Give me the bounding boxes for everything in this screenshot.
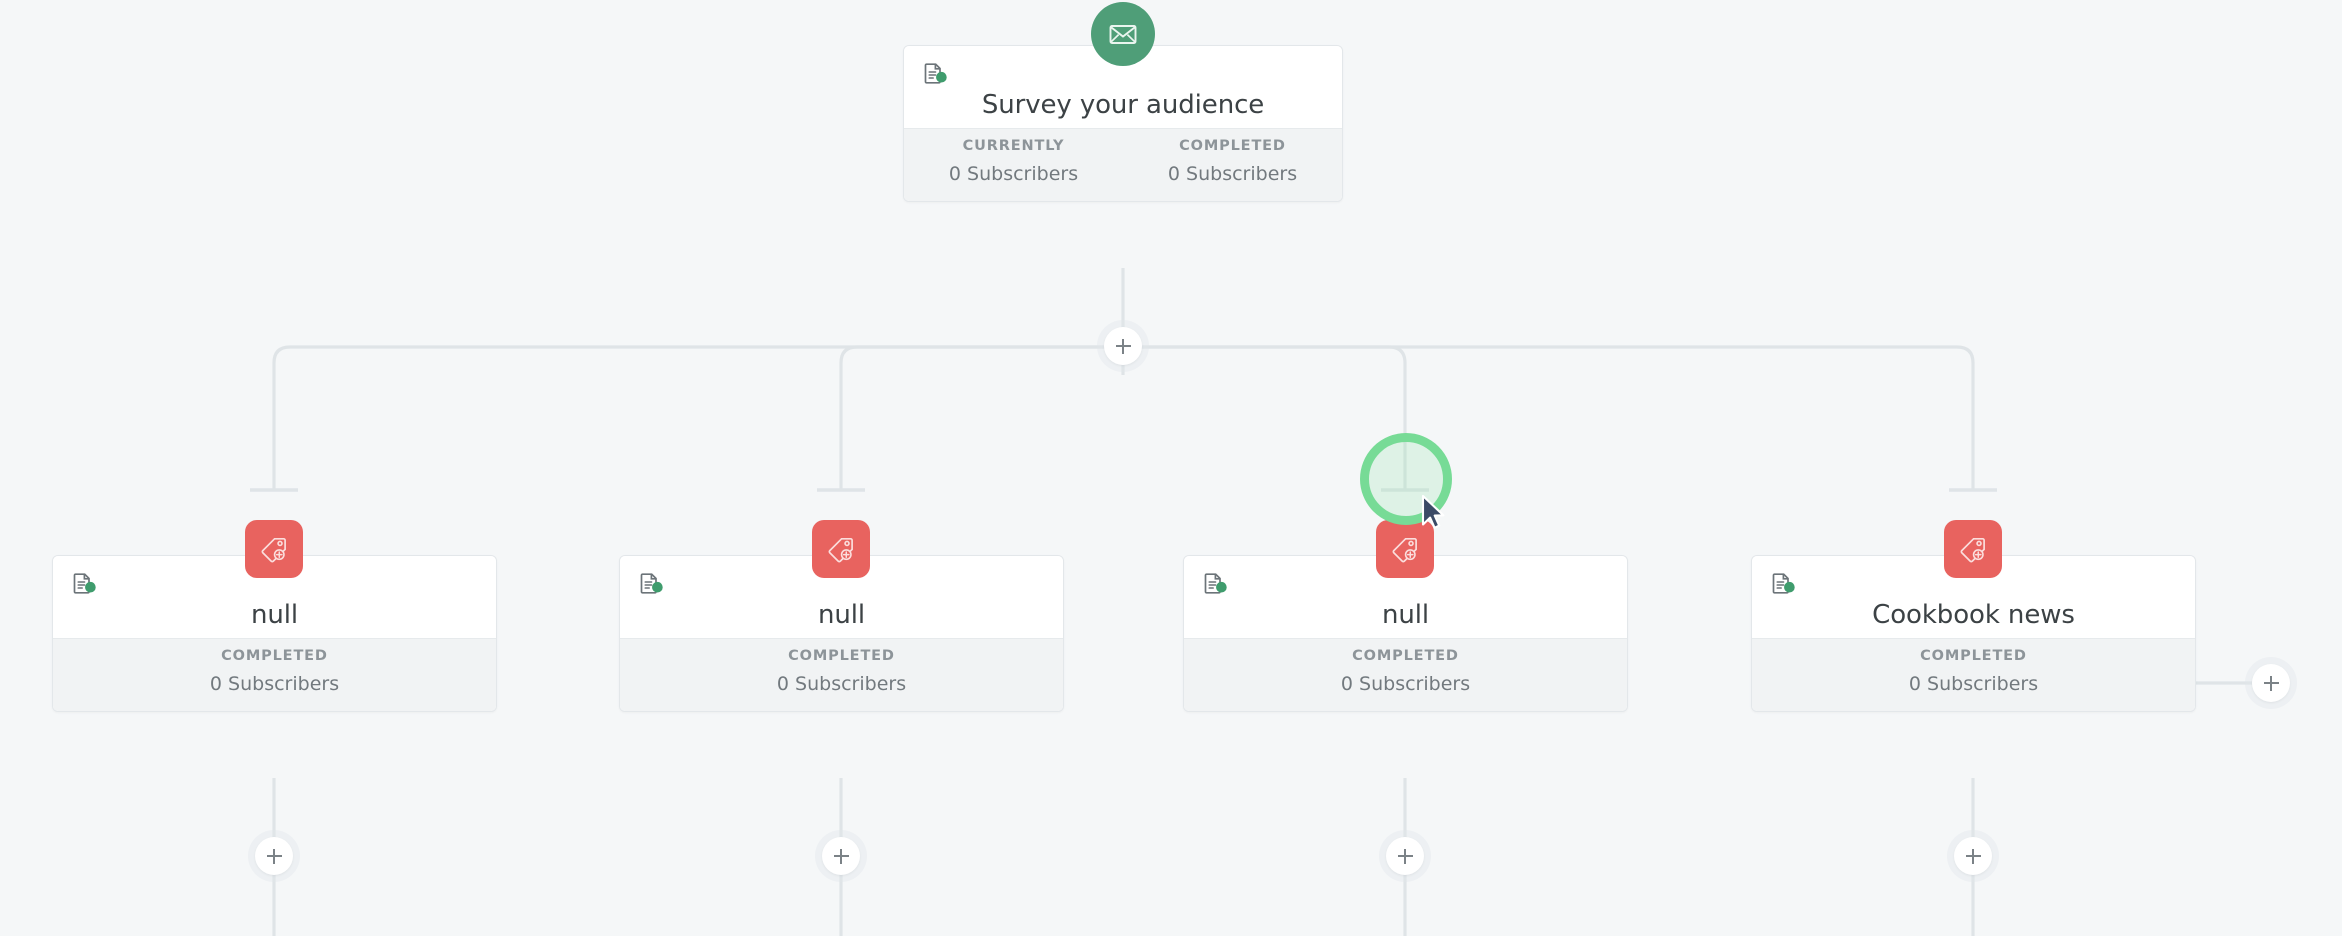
tag-plus-icon[interactable] — [812, 520, 870, 578]
document-active-icon — [639, 572, 665, 598]
node-stats: COMPLETED 0 Subscribers — [53, 638, 496, 711]
node-title: null — [817, 600, 865, 630]
stat-currently: CURRENTLY 0 Subscribers — [904, 129, 1123, 201]
flow-node-child-2[interactable]: null COMPLETED 0 Subscribers — [619, 555, 1064, 712]
stat-completed: COMPLETED 0 Subscribers — [1123, 129, 1342, 201]
add-step-child-4-button[interactable] — [1954, 837, 1992, 875]
tag-plus-glyph — [1392, 537, 1417, 563]
stat-label: COMPLETED — [1179, 138, 1286, 154]
flow-node-survey-your-audience[interactable]: Survey your audience CURRENTLY 0 Subscri… — [903, 45, 1343, 202]
node-stats: COMPLETED 0 Subscribers — [620, 638, 1063, 711]
stat-value: 0 Subscribers — [1908, 673, 2039, 695]
stat-label: COMPLETED — [788, 648, 895, 664]
add-step-child-1-button[interactable] — [255, 837, 293, 875]
tag-plus-glyph — [261, 537, 286, 563]
stat-completed: COMPLETED 0 Subscribers — [1184, 639, 1627, 711]
tag-plus-glyph — [828, 537, 853, 563]
node-stats: CURRENTLY 0 Subscribers COMPLETED 0 Subs… — [904, 128, 1342, 201]
stat-label: COMPLETED — [1352, 648, 1459, 664]
tag-plus-glyph — [1960, 537, 1985, 563]
stat-completed: COMPLETED 0 Subscribers — [53, 639, 496, 711]
tag-plus-icon[interactable] — [245, 520, 303, 578]
document-active-icon — [72, 572, 98, 598]
stat-value: 0 Subscribers — [776, 673, 907, 695]
add-branch-right-button[interactable] — [2252, 664, 2290, 702]
document-active-icon — [1771, 572, 1797, 598]
stat-label: COMPLETED — [1920, 648, 2027, 664]
add-step-child-3-button[interactable] — [1386, 837, 1424, 875]
stat-value: 0 Subscribers — [1340, 673, 1471, 695]
flow-node-cookbook-news[interactable]: Cookbook news COMPLETED 0 Subscribers — [1751, 555, 2196, 712]
stat-label: CURRENTLY — [962, 138, 1065, 154]
node-title: null — [1381, 600, 1429, 630]
stat-label: COMPLETED — [221, 648, 328, 664]
automation-flow-canvas[interactable]: Survey your audience CURRENTLY 0 Subscri… — [0, 0, 2342, 936]
document-active-icon — [1203, 572, 1229, 598]
flow-node-child-3[interactable]: null COMPLETED 0 Subscribers — [1183, 555, 1628, 712]
tag-plus-icon[interactable] — [1944, 520, 2002, 578]
stat-value: 0 Subscribers — [1167, 163, 1298, 185]
node-stats: COMPLETED 0 Subscribers — [1184, 638, 1627, 711]
stat-value: 0 Subscribers — [948, 163, 1079, 185]
add-step-child-2-button[interactable] — [822, 837, 860, 875]
node-title: Cookbook news — [1872, 600, 2075, 630]
stat-completed: COMPLETED 0 Subscribers — [1752, 639, 2195, 711]
node-title: Survey your audience — [981, 90, 1265, 120]
click-highlight-ring — [1360, 433, 1452, 525]
envelope-glyph — [1109, 25, 1137, 44]
node-title: null — [250, 600, 298, 630]
envelope-icon[interactable] — [1091, 2, 1155, 66]
stat-completed: COMPLETED 0 Subscribers — [620, 639, 1063, 711]
tag-plus-icon[interactable] — [1376, 520, 1434, 578]
document-active-icon — [923, 62, 949, 88]
flow-node-child-1[interactable]: null COMPLETED 0 Subscribers — [52, 555, 497, 712]
add-branch-root-button[interactable] — [1104, 327, 1142, 365]
node-stats: COMPLETED 0 Subscribers — [1752, 638, 2195, 711]
stat-value: 0 Subscribers — [209, 673, 340, 695]
